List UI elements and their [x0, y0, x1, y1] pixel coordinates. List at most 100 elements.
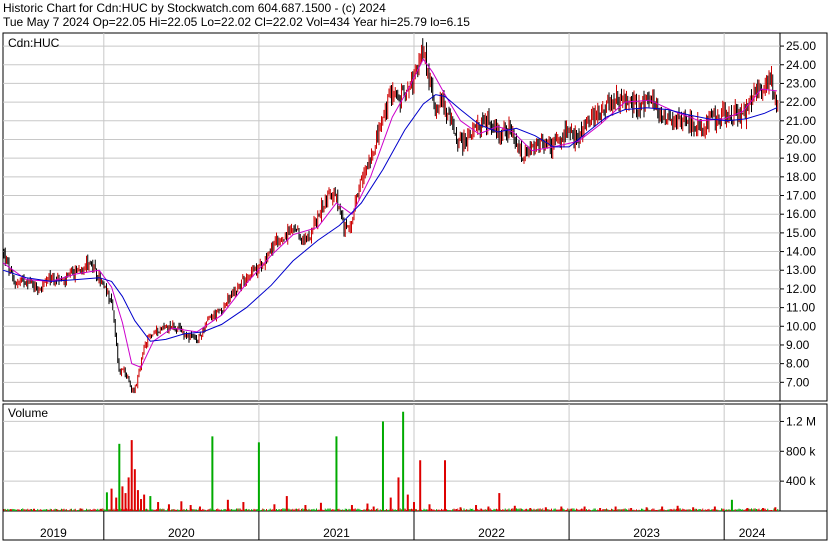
volume-bar [498, 493, 501, 511]
volume-bar [676, 505, 679, 511]
price-tick-label: 14.00 [786, 245, 816, 259]
volume-bar [475, 505, 478, 511]
volume-bar [9, 509, 12, 511]
volume-bar [713, 506, 716, 511]
volume-bar [406, 494, 409, 511]
year-tick-label: 2020 [168, 526, 195, 540]
volume-bar [242, 502, 245, 511]
volume-bar [79, 508, 82, 511]
volume-bar [774, 507, 777, 511]
volume-bar [127, 477, 130, 511]
price-tick-label: 25.00 [786, 39, 816, 53]
volume-bar [33, 508, 36, 511]
price-tick-label: 20.00 [786, 132, 816, 146]
price-tick-label: 11.00 [786, 301, 815, 315]
volume-bar [180, 501, 183, 511]
chart-svg: 7.00 8.00 9.00 10.00 11.00 12.00 13.00 14.00 15.… [2, 32, 828, 541]
price-tick-label: 22.00 [786, 95, 816, 109]
price-tick-label: 9.00 [786, 338, 810, 352]
volume-bar [529, 508, 532, 511]
volume-bar [285, 496, 288, 511]
volume-bar [402, 411, 405, 511]
volume-bar [273, 504, 276, 511]
volume-bar [167, 504, 170, 511]
price-tick-label: 16.00 [786, 207, 816, 221]
price-tick-label: 7.00 [786, 375, 810, 389]
volume-bar [140, 499, 143, 511]
stock-chart: Historic Chart for Cdn:HUC by Stockwatch… [0, 0, 830, 543]
volume-bar [319, 502, 322, 511]
candlestick-series [3, 38, 779, 394]
price-tick-label: 13.00 [786, 263, 816, 277]
volume-bar [444, 460, 447, 511]
volume-bar [412, 502, 415, 511]
volume-bar [761, 508, 764, 511]
volume-bar [513, 505, 516, 511]
volume-bar [366, 503, 369, 511]
long-moving-average-line [2, 94, 778, 342]
volume-bar [381, 421, 384, 511]
price-tick-label: 17.00 [786, 189, 816, 203]
volume-bar [661, 506, 664, 511]
volume-bar [544, 507, 547, 511]
volume-bar [56, 509, 59, 511]
price-tick-label: 12.00 [786, 282, 816, 296]
volume-bar [389, 497, 392, 511]
price-tick-label: 10.00 [786, 319, 816, 333]
volume-label: Volume [8, 406, 48, 420]
volume-bar [99, 508, 102, 511]
volume-bar [630, 508, 633, 511]
volume-bar [583, 506, 586, 511]
volume-bar [560, 506, 563, 511]
volume-tick-label: 400 k [786, 474, 816, 488]
price-tick-label: 21.00 [786, 114, 816, 128]
volume-bar [105, 492, 108, 511]
volume-bar [121, 486, 124, 511]
volume-bar [226, 499, 229, 511]
price-tick-label: 8.00 [786, 357, 810, 371]
volume-bar [143, 494, 146, 511]
volume-bar [130, 440, 133, 511]
short-moving-average-line [2, 58, 777, 369]
volume-bar [372, 506, 375, 511]
price-tick-label: 19.00 [786, 151, 816, 165]
volume-bar [136, 490, 139, 511]
volume-bar [645, 507, 648, 511]
volume-bar [149, 496, 152, 511]
price-panel-frame [2, 32, 828, 402]
volume-bar [428, 504, 431, 511]
volume-bar [419, 460, 422, 511]
year-tick-label: 2023 [633, 526, 660, 540]
volume-bar [335, 436, 338, 511]
volume-bar [115, 497, 118, 511]
volume-bar [211, 436, 214, 511]
volume-bar [118, 443, 121, 511]
volume-bar [189, 505, 192, 511]
year-tick-label: 2019 [40, 526, 67, 540]
price-tick-label: 23.00 [786, 76, 816, 90]
volume-bar [487, 506, 490, 511]
volume-bar [692, 507, 695, 511]
volume-bar [599, 508, 602, 511]
volume-bar [746, 508, 749, 511]
volume-bar [133, 469, 136, 511]
year-tick-label: 2021 [323, 526, 350, 540]
year-tick-label: 2022 [478, 526, 505, 540]
volume-tick-label: 1.2 M [786, 414, 816, 428]
volume-bar [124, 493, 127, 511]
volume-bar [614, 506, 617, 511]
volume-bar [110, 488, 113, 511]
year-tick-label: 2024 [739, 526, 766, 540]
volume-bar [459, 507, 462, 511]
volume-bar-series [9, 411, 777, 511]
volume-tick-label: 800 k [786, 444, 816, 458]
volume-bar [198, 506, 201, 511]
volume-bar [730, 499, 733, 511]
volume-bar [157, 502, 160, 511]
volume-panel-frame [2, 403, 828, 512]
volume-bar [304, 505, 307, 511]
volume-bar [397, 477, 400, 511]
volume-bar [257, 442, 260, 511]
symbol-label: Cdn:HUC [8, 36, 60, 50]
x-axis-frame [2, 510, 828, 541]
